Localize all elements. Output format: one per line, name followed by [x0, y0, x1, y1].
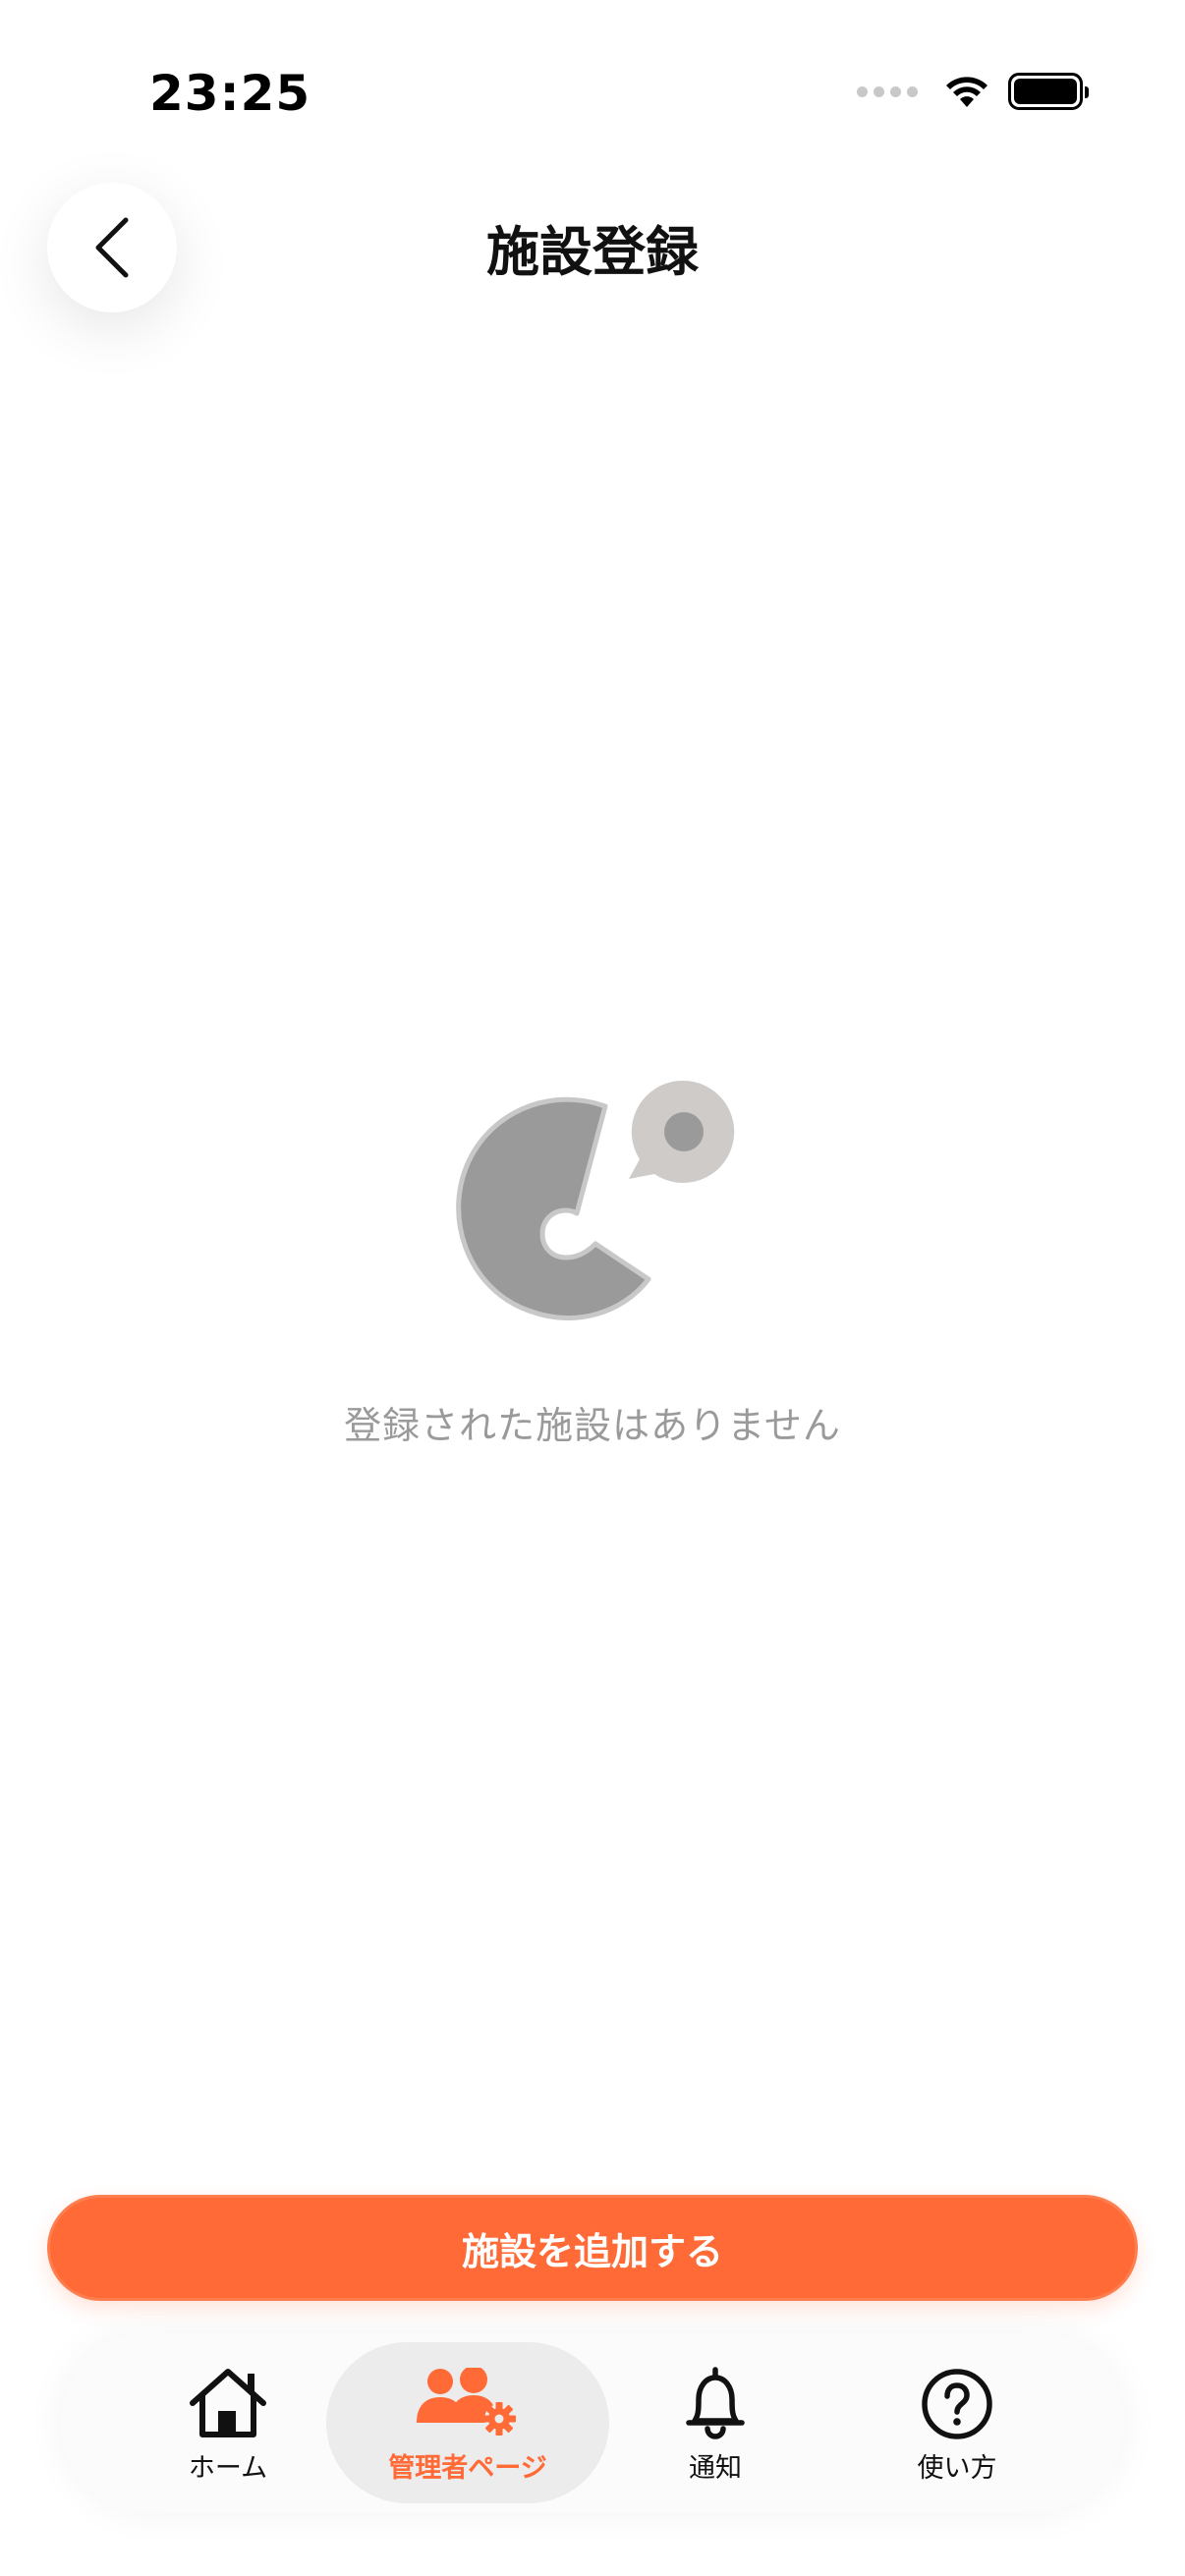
status-indicators — [857, 73, 1089, 110]
tab-notifications[interactable]: 通知 — [574, 2342, 857, 2503]
status-time: 23:25 — [149, 65, 311, 122]
tab-bar: ホーム 管理者ページ 通知 使い方 — [61, 2332, 1124, 2513]
empty-state-logo-icon — [456, 1080, 735, 1320]
tab-admin-label: 管理者ページ — [388, 2452, 547, 2484]
tab-admin[interactable]: 管理者ページ — [326, 2342, 609, 2503]
screen: 23:25 施設登録 登録された施設はありません 施設を追加する ホーム 管理者… — [0, 0, 1185, 2576]
tab-help[interactable]: 使い方 — [816, 2342, 1099, 2503]
tab-help-label: 使い方 — [917, 2452, 997, 2484]
cellular-signal-icon — [857, 85, 918, 97]
bell-icon — [686, 2366, 745, 2439]
help-circle-icon — [922, 2368, 992, 2439]
admin-users-gear-icon — [417, 2367, 516, 2436]
tab-home-label: ホーム — [188, 2452, 268, 2484]
wifi-icon — [946, 77, 988, 107]
home-icon — [190, 2368, 266, 2437]
page-title: 施設登録 — [486, 221, 699, 283]
tab-notifications-label: 通知 — [689, 2452, 742, 2484]
empty-state-message: 登録された施設はありません — [344, 1404, 841, 1447]
add-facility-button[interactable]: 施設を追加する — [47, 2195, 1138, 2301]
battery-icon — [1008, 73, 1089, 110]
